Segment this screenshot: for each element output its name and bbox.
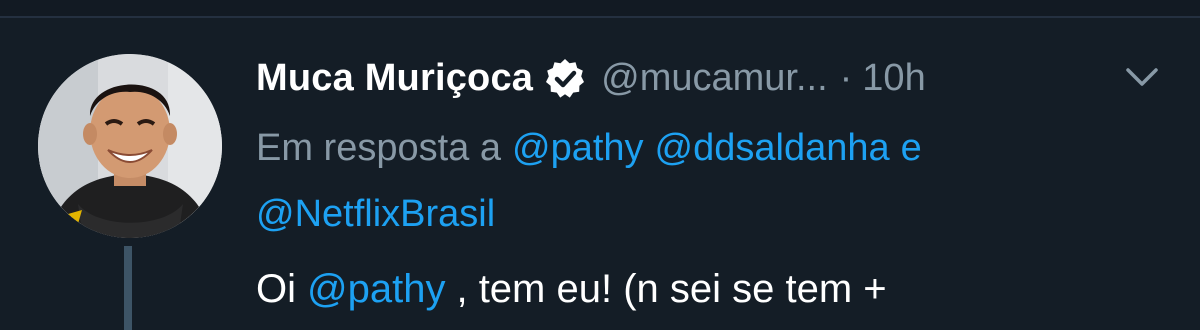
tweet-text: Oi @pathy, tem eu! (n sei se tem + <box>256 260 887 318</box>
tweet-text-end: , tem eu! (n sei se tem + <box>456 267 887 311</box>
tweet-mention-pathy[interactable]: @pathy <box>307 267 445 311</box>
reply-prefix: Em resposta a <box>256 127 501 169</box>
author-handle[interactable]: @mucamur... <box>601 57 828 100</box>
tweet-timestamp[interactable]: 10h <box>862 57 925 100</box>
tweet-card[interactable]: Muca Muriçoca @mucamur... · 10h Em respo… <box>0 0 1200 330</box>
reply-mention-pathy[interactable]: @pathy <box>512 127 644 169</box>
top-divider <box>0 0 1200 18</box>
reply-mention-netflixbrasil[interactable]: @NetflixBrasil <box>256 193 495 235</box>
reply-context-continued: @NetflixBrasil <box>256 186 495 242</box>
tweet-header: Muca Muriçoca @mucamur... · 10h <box>256 50 926 106</box>
chevron-down-icon[interactable] <box>1120 62 1164 92</box>
author-name[interactable]: Muca Muriçoca <box>256 57 533 100</box>
separator-dot: · <box>839 56 853 99</box>
reply-context: Em resposta a @pathy @ddsaldanha e <box>256 120 922 176</box>
reply-mention-ddsaldanha[interactable]: @ddsaldanha <box>655 127 890 169</box>
reply-conjunction: e <box>900 127 922 169</box>
verified-badge-icon <box>543 56 587 100</box>
avatar[interactable] <box>38 54 222 238</box>
avatar-photo <box>38 54 222 238</box>
thread-line <box>124 246 132 330</box>
tweet-text-start: Oi <box>256 267 296 311</box>
